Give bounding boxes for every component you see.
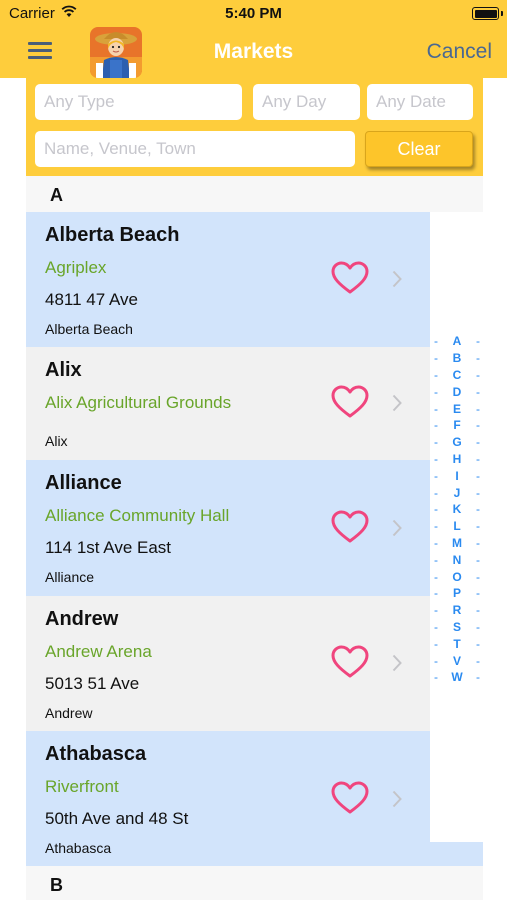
favorite-heart-icon[interactable] <box>331 645 369 679</box>
index-letter-c[interactable]: -C- <box>432 367 482 384</box>
market-name: Alberta Beach <box>45 224 180 246</box>
index-letter-h[interactable]: -H- <box>432 451 482 468</box>
market-row-alix[interactable]: Alix Alix Agricultural Grounds Alix <box>26 347 430 460</box>
market-town: Andrew <box>45 705 93 721</box>
market-address: 114 1st Ave East <box>45 538 172 557</box>
market-town: Alberta Beach <box>45 321 133 337</box>
market-name: Athabasca <box>45 743 147 765</box>
favorite-heart-icon[interactable] <box>331 510 369 544</box>
cancel-button[interactable]: Cancel <box>427 40 492 64</box>
type-filter-field[interactable] <box>35 84 242 120</box>
market-town: Alix <box>45 433 68 449</box>
index-letter-t[interactable]: -T- <box>432 635 482 652</box>
row-extension <box>430 842 483 866</box>
day-filter-field[interactable] <box>253 84 360 120</box>
market-name: Alliance <box>45 472 122 494</box>
index-letter-r[interactable]: -R- <box>432 602 482 619</box>
index-letter-p[interactable]: -P- <box>432 585 482 602</box>
market-row-alliance[interactable]: Alliance Alliance Community Hall 114 1st… <box>26 460 430 596</box>
index-letter-k[interactable]: -K- <box>432 501 482 518</box>
market-venue: Riverfront <box>45 777 119 796</box>
section-header-b: B <box>26 866 483 900</box>
favorite-heart-icon[interactable] <box>331 781 369 815</box>
index-letter-g[interactable]: -G- <box>432 434 482 451</box>
section-index[interactable]: -A- -B- -C- -D- -E- -F- -G- -H- -I- -J- … <box>432 333 482 686</box>
search-input[interactable] <box>35 131 355 167</box>
market-address: 4811 47 Ave <box>45 290 138 309</box>
market-town: Alliance <box>45 569 95 585</box>
index-letter-o[interactable]: -O- <box>432 568 482 585</box>
market-venue: Alliance Community Hall <box>45 506 230 525</box>
index-letter-m[interactable]: -M- <box>432 535 482 552</box>
index-letter-b[interactable]: -B- <box>432 350 482 367</box>
market-name: Alix <box>45 359 82 381</box>
chevron-right-icon <box>392 519 402 537</box>
market-row-alberta-beach[interactable]: Alberta Beach Agriplex 4811 47 Ave Alber… <box>26 212 430 347</box>
clear-button[interactable]: Clear <box>365 131 473 167</box>
market-name: Andrew <box>45 608 119 630</box>
index-letter-l[interactable]: -L- <box>432 518 482 535</box>
index-letter-w[interactable]: -W- <box>432 669 482 686</box>
chevron-right-icon <box>392 270 402 288</box>
filter-panel: Clear <box>26 78 483 176</box>
index-letter-n[interactable]: -N- <box>432 551 482 568</box>
index-letter-a[interactable]: -A- <box>432 333 482 350</box>
market-address: 5013 51 Ave <box>45 674 140 693</box>
index-letter-f[interactable]: -F- <box>432 417 482 434</box>
index-letter-d[interactable]: -D- <box>432 383 482 400</box>
market-address: 50th Ave and 48 St <box>45 809 189 828</box>
market-venue: Agriplex <box>45 258 107 277</box>
market-venue: Alix Agricultural Grounds <box>45 393 232 412</box>
index-letter-e[interactable]: -E- <box>432 400 482 417</box>
index-letter-v[interactable]: -V- <box>432 652 482 669</box>
index-letter-s[interactable]: -S- <box>432 619 482 636</box>
market-town: Athabasca <box>45 840 112 856</box>
index-letter-i[interactable]: -I- <box>432 467 482 484</box>
status-bar: Carrier 5:40 PM <box>0 0 507 28</box>
market-venue: Andrew Arena <box>45 642 152 661</box>
chevron-right-icon <box>392 790 402 808</box>
chevron-right-icon <box>392 394 402 412</box>
clock: 5:40 PM <box>225 5 282 22</box>
market-row-athabasca[interactable]: Athabasca Riverfront 50th Ave and 48 St … <box>26 731 430 866</box>
favorite-heart-icon[interactable] <box>331 385 369 419</box>
index-letter-j[interactable]: -J- <box>432 484 482 501</box>
markets-screen: Carrier 5:40 PM Markets Cancel Any Type … <box>0 0 507 900</box>
battery-icon <box>472 7 503 20</box>
navigation-bar: Carrier 5:40 PM Markets Cancel <box>0 0 507 78</box>
market-row-andrew[interactable]: Andrew Andrew Arena 5013 51 Ave Andrew <box>26 596 430 731</box>
date-filter-field[interactable] <box>367 84 473 120</box>
chevron-right-icon <box>392 654 402 672</box>
favorite-heart-icon[interactable] <box>331 261 369 295</box>
section-header-a: A <box>26 176 483 212</box>
